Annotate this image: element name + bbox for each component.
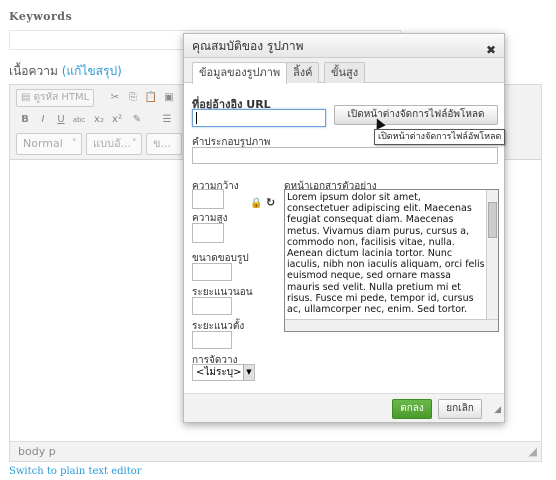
cut-icon[interactable]: ✂ bbox=[106, 89, 124, 107]
cancel-button[interactable]: ยกเลิก bbox=[438, 399, 482, 419]
tab-advanced[interactable]: ขั้นสูง bbox=[324, 62, 366, 83]
browse-tooltip: เปิดหน้าต่างจัดการไฟล์อัพโหลด bbox=[374, 129, 506, 145]
source-button[interactable]: ▤ ดูรหัส HTML bbox=[16, 89, 95, 107]
eraser-icon[interactable]: ✎ bbox=[128, 111, 146, 129]
vspace-input[interactable] bbox=[192, 331, 232, 349]
preview-text: Lorem ipsum dolor sit amet, consectetuer… bbox=[287, 192, 485, 316]
resize-grip-icon[interactable]: ◢ bbox=[529, 442, 537, 462]
size-combo[interactable]: ข... bbox=[146, 133, 182, 155]
strike-button[interactable]: abc bbox=[70, 111, 88, 129]
dialog-footer: ตกลง ยกเลิก ◢ bbox=[184, 393, 504, 422]
chevron-down-icon: ▼ bbox=[243, 365, 254, 380]
dialog-title: คุณสมบัติของ รูปภาพ bbox=[192, 39, 304, 53]
url-input[interactable] bbox=[192, 109, 326, 127]
border-input[interactable] bbox=[192, 263, 232, 281]
dialog-resize-icon[interactable]: ◢ bbox=[494, 405, 501, 415]
chevron-down-icon: ˅ bbox=[71, 137, 78, 150]
paste-icon[interactable]: 📋 bbox=[142, 89, 160, 107]
format-combo-value: Normal bbox=[23, 137, 63, 150]
alt-text-input[interactable] bbox=[192, 147, 498, 164]
size-combo-value: ข... bbox=[153, 137, 172, 150]
text-cursor bbox=[196, 112, 197, 124]
preview-vertical-scrollbar[interactable] bbox=[486, 190, 498, 321]
preview-horizontal-scrollbar[interactable] bbox=[285, 319, 498, 331]
source-button-label: ดูรหัส HTML bbox=[33, 92, 90, 103]
editor-statusbar: body p ◢ bbox=[10, 441, 541, 461]
keywords-label: Keywords bbox=[9, 10, 73, 23]
underline-button[interactable]: U bbox=[52, 111, 70, 129]
format-combo[interactable]: Normal ˅ bbox=[16, 133, 82, 155]
bold-button[interactable]: B bbox=[16, 111, 34, 129]
list-icon[interactable]: ☰ bbox=[158, 111, 176, 129]
width-input[interactable] bbox=[192, 189, 224, 209]
hspace-input[interactable] bbox=[192, 297, 232, 315]
dialog-titlebar[interactable]: คุณสมบัติของ รูปภาพ ✖ bbox=[184, 34, 504, 58]
copy-icon[interactable]: ⎘ bbox=[124, 89, 142, 107]
paste-text-icon[interactable]: ▣ bbox=[160, 89, 178, 107]
align-select[interactable]: <ไม่ระบุ> ▼ bbox=[192, 364, 255, 381]
content-label: เนื้อความ (แก้ไขสรุป) bbox=[9, 62, 122, 81]
browse-server-button[interactable]: เปิดหน้าต่างจัดการไฟล์อัพโหลด bbox=[334, 105, 498, 125]
scroll-thumb[interactable] bbox=[488, 202, 497, 238]
ok-button[interactable]: ตกลง bbox=[392, 399, 432, 419]
font-combo-value: แบบอั... bbox=[93, 137, 132, 150]
chevron-down-icon: ˅ bbox=[131, 137, 138, 150]
content-label-text: เนื้อความ bbox=[9, 64, 58, 78]
height-input[interactable] bbox=[192, 223, 224, 243]
element-path[interactable]: body p bbox=[18, 445, 56, 458]
subscript-button[interactable]: x₂ bbox=[90, 111, 108, 129]
preview-box[interactable]: Lorem ipsum dolor sit amet, consectetuer… bbox=[284, 189, 499, 332]
reset-size-icon[interactable]: ↻ bbox=[266, 196, 275, 209]
dialog-body: ที่อยู่อ้างอิง URL เปิดหน้าต่างจัดการไฟล… bbox=[184, 83, 506, 393]
tab-image-info[interactable]: ข้อมูลของรูปภาพ bbox=[192, 62, 288, 84]
switch-editor-link[interactable]: Switch to plain text editor bbox=[9, 466, 142, 477]
source-icon: ▤ bbox=[21, 92, 34, 103]
image-properties-dialog: คุณสมบัติของ รูปภาพ ✖ ข้อมูลของรูปภาพ ลิ… bbox=[183, 33, 506, 423]
font-combo[interactable]: แบบอั... ˅ bbox=[86, 133, 142, 155]
dialog-tabs: ข้อมูลของรูปภาพ ลิ้งค์ ขั้นสูง bbox=[184, 58, 504, 84]
italic-button[interactable]: I bbox=[34, 111, 52, 129]
lock-ratio-icon[interactable]: 🔒 bbox=[250, 198, 262, 209]
edit-summary-link[interactable]: (แก้ไขสรุป) bbox=[62, 64, 122, 78]
superscript-button[interactable]: x² bbox=[108, 111, 126, 129]
tab-link[interactable]: ลิ้งค์ bbox=[286, 62, 320, 83]
align-select-value: <ไม่ระบุ> bbox=[196, 367, 242, 378]
